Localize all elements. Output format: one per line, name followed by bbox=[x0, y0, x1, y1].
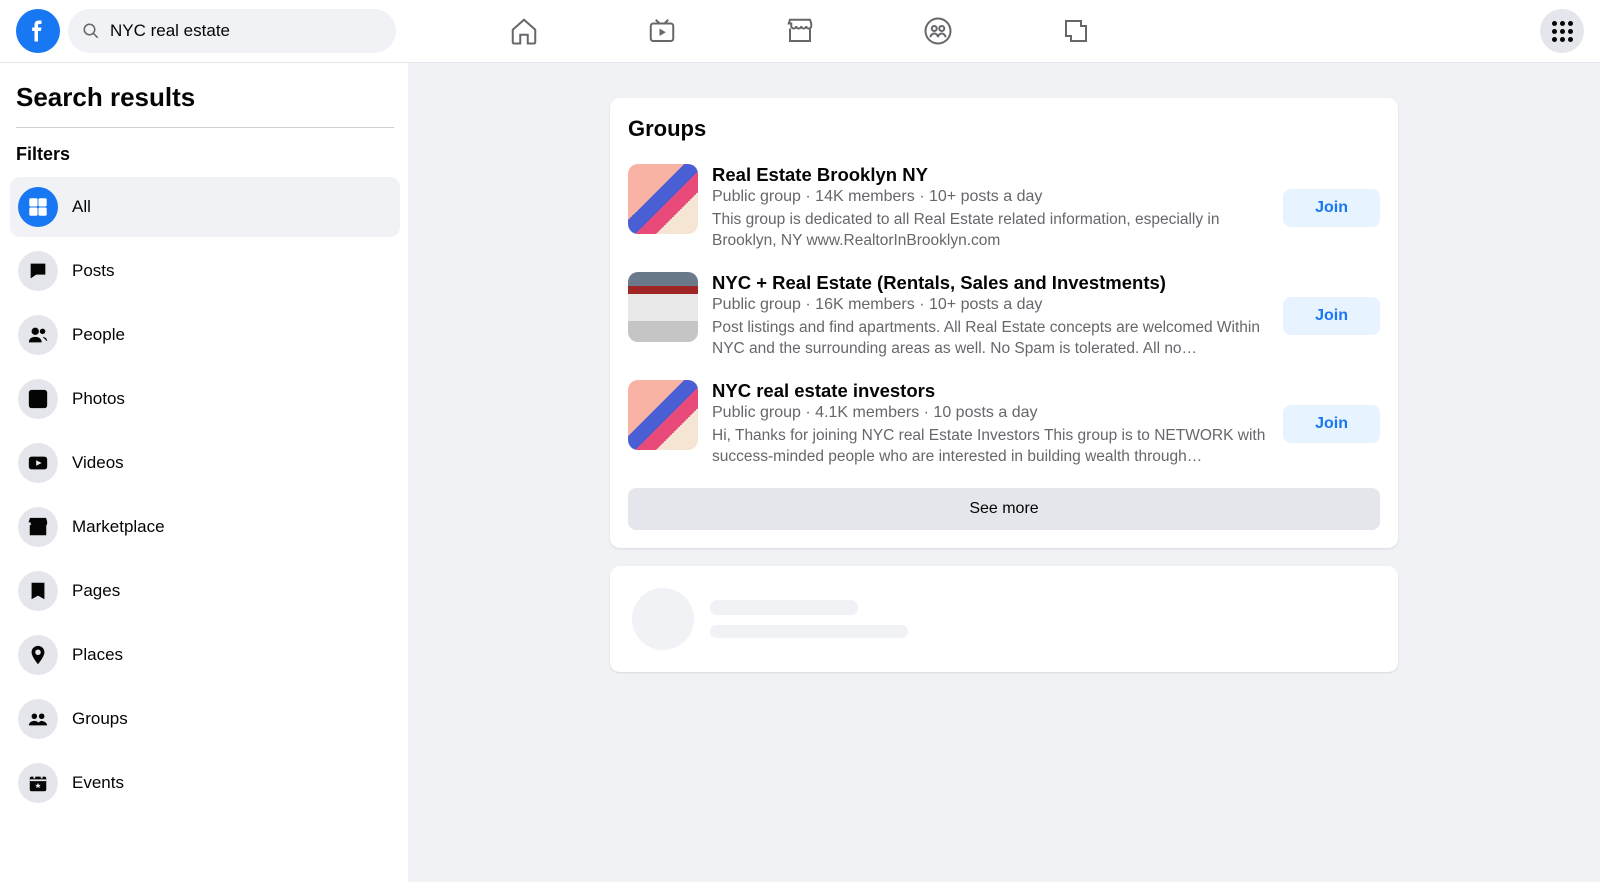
all-icon bbox=[18, 187, 58, 227]
pages-icon bbox=[18, 571, 58, 611]
filter-label: All bbox=[72, 197, 91, 217]
group-name: Real Estate Brooklyn NY bbox=[712, 164, 1269, 186]
group-meta: Public group · 14K members · 10+ posts a… bbox=[712, 188, 1269, 206]
filter-label: Photos bbox=[72, 389, 125, 409]
search-box[interactable] bbox=[68, 9, 396, 53]
skeleton-avatar bbox=[632, 588, 694, 650]
filter-people[interactable]: People bbox=[10, 305, 400, 365]
group-description: This group is dedicated to all Real Esta… bbox=[712, 210, 1269, 252]
marketplace-icon bbox=[785, 16, 815, 46]
filter-label: Marketplace bbox=[72, 517, 165, 537]
filter-label: Videos bbox=[72, 453, 124, 473]
nav-home[interactable] bbox=[459, 3, 589, 59]
nav-gaming[interactable] bbox=[1011, 3, 1141, 59]
marketplace-icon bbox=[18, 507, 58, 547]
top-divider bbox=[0, 62, 1600, 63]
sidebar-divider bbox=[16, 127, 394, 128]
filter-label: People bbox=[72, 325, 125, 345]
filter-list: All Posts People Photos Videos Marketplace Pag… bbox=[10, 177, 400, 813]
sidebar: Search results Filters All Posts People Pho… bbox=[0, 62, 408, 882]
group-meta: Public group · 4.1K members · 10 posts a… bbox=[712, 404, 1269, 422]
group-name: NYC real estate investors bbox=[712, 380, 1269, 402]
facebook-logo[interactable] bbox=[16, 9, 60, 53]
filter-label: Pages bbox=[72, 581, 120, 601]
filter-all[interactable]: All bbox=[10, 177, 400, 237]
search-input[interactable] bbox=[110, 21, 382, 41]
top-right bbox=[1540, 9, 1584, 53]
group-info[interactable]: NYC real estate investors Public group · … bbox=[712, 380, 1269, 468]
menu-icon bbox=[1552, 21, 1573, 42]
people-icon bbox=[18, 315, 58, 355]
filter-groups[interactable]: Groups bbox=[10, 689, 400, 749]
group-meta: Public group · 16K members · 10+ posts a… bbox=[712, 296, 1269, 314]
filter-marketplace[interactable]: Marketplace bbox=[10, 497, 400, 557]
search-icon bbox=[82, 22, 100, 40]
filter-label: Groups bbox=[72, 709, 128, 729]
groups-card: Groups Real Estate Brooklyn NY Public gro… bbox=[610, 98, 1398, 548]
loading-card bbox=[610, 566, 1398, 672]
join-button[interactable]: Join bbox=[1283, 297, 1380, 335]
nav-marketplace[interactable] bbox=[735, 3, 865, 59]
filter-places[interactable]: Places bbox=[10, 625, 400, 685]
group-thumbnail[interactable] bbox=[628, 272, 698, 342]
top-bar bbox=[0, 0, 1600, 62]
group-row: Real Estate Brooklyn NY Public group · 14… bbox=[628, 154, 1380, 262]
group-info[interactable]: Real Estate Brooklyn NY Public group · 14… bbox=[712, 164, 1269, 252]
join-button[interactable]: Join bbox=[1283, 405, 1380, 443]
section-title: Groups bbox=[628, 116, 1380, 142]
filter-pages[interactable]: Pages bbox=[10, 561, 400, 621]
group-thumbnail[interactable] bbox=[628, 380, 698, 450]
join-button[interactable]: Join bbox=[1283, 189, 1380, 227]
filter-label: Places bbox=[72, 645, 123, 665]
group-description: Hi, Thanks for joining NYC real Estate I… bbox=[712, 426, 1269, 468]
page-title: Search results bbox=[10, 82, 400, 113]
groups-icon bbox=[18, 699, 58, 739]
nav-groups[interactable] bbox=[873, 3, 1003, 59]
group-thumbnail[interactable] bbox=[628, 164, 698, 234]
filter-events[interactable]: Events bbox=[10, 753, 400, 813]
group-name: NYC + Real Estate (Rentals, Sales and In… bbox=[712, 272, 1269, 294]
gaming-icon bbox=[1061, 16, 1091, 46]
filter-posts[interactable]: Posts bbox=[10, 241, 400, 301]
nav-watch[interactable] bbox=[597, 3, 727, 59]
group-row: NYC real estate investors Public group · … bbox=[628, 370, 1380, 478]
photos-icon bbox=[18, 379, 58, 419]
filter-label: Posts bbox=[72, 261, 115, 281]
watch-icon bbox=[647, 16, 677, 46]
group-info[interactable]: NYC + Real Estate (Rentals, Sales and In… bbox=[712, 272, 1269, 360]
skeleton-lines bbox=[710, 600, 908, 638]
filter-photos[interactable]: Photos bbox=[10, 369, 400, 429]
groups-icon bbox=[923, 16, 953, 46]
group-row: NYC + Real Estate (Rentals, Sales and In… bbox=[628, 262, 1380, 370]
videos-icon bbox=[18, 443, 58, 483]
main-content: Groups Real Estate Brooklyn NY Public gro… bbox=[408, 62, 1600, 882]
top-nav bbox=[459, 3, 1141, 59]
filter-label: Events bbox=[72, 773, 124, 793]
places-icon bbox=[18, 635, 58, 675]
group-description: Post listings and find apartments. All R… bbox=[712, 318, 1269, 360]
filter-videos[interactable]: Videos bbox=[10, 433, 400, 493]
events-icon bbox=[18, 763, 58, 803]
see-more-button[interactable]: See more bbox=[628, 488, 1380, 530]
posts-icon bbox=[18, 251, 58, 291]
home-icon bbox=[509, 16, 539, 46]
menu-button[interactable] bbox=[1540, 9, 1584, 53]
filters-heading: Filters bbox=[10, 144, 400, 165]
